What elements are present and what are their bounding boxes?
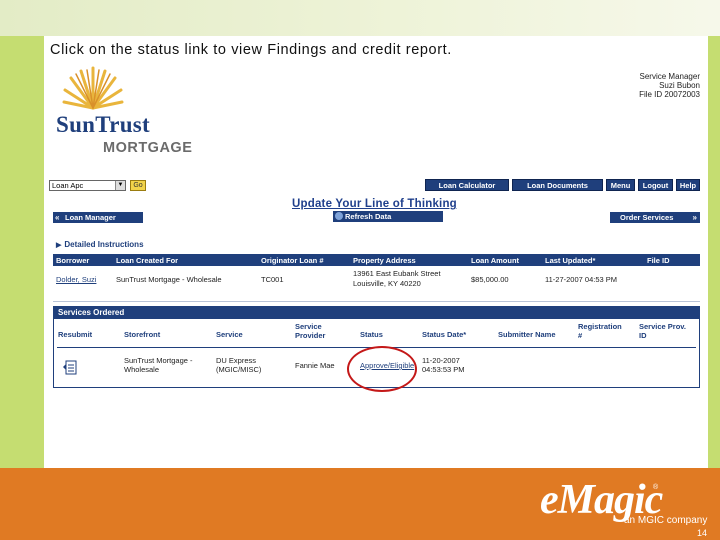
- column-borrower: Borrower: [56, 256, 90, 265]
- column-service-provider-line2: Provider: [295, 331, 326, 340]
- column-loan-created-for: Loan Created For: [116, 256, 179, 265]
- detailed-instructions-link[interactable]: ▶ Detailed Instructions: [56, 240, 144, 249]
- slide-instruction: Click on the status link to view Finding…: [50, 42, 452, 58]
- storefront-line2: Wholesale: [124, 365, 160, 374]
- status-date-line2: 04:53:53 PM: [422, 365, 465, 374]
- service-line2: (MGIC/MISC): [216, 365, 262, 374]
- service-line1: DU Express: [216, 356, 257, 365]
- address-line1: 13961 East Eubank Street: [353, 269, 441, 278]
- refresh-data-label: Refresh Data: [345, 212, 392, 221]
- status-date-line1: 11-20-2007: [422, 356, 460, 365]
- status-highlight-circle: [347, 346, 417, 392]
- last-updated-value: 11-27-2007 04:53 PM: [545, 275, 617, 284]
- trademark-mark: ®: [653, 484, 659, 491]
- left-band: [0, 36, 44, 468]
- menu-button[interactable]: Menu: [606, 179, 635, 191]
- page-number: 14: [697, 528, 708, 538]
- address-line2: Louisville, KY 40220: [353, 279, 421, 288]
- column-registration-line2: #: [578, 331, 583, 340]
- storefront-line1: SunTrust Mortgage -: [124, 356, 193, 365]
- service-manager-user: Suzi Bubon: [659, 81, 700, 90]
- chevron-left-icon: «: [55, 213, 60, 222]
- services-ordered-title: Services Ordered: [54, 307, 699, 319]
- detailed-instructions-label: Detailed Instructions: [64, 240, 144, 249]
- order-services-label: Order Services: [620, 213, 674, 222]
- loan-amount-value: $85,000.00: [471, 275, 509, 284]
- help-button[interactable]: Help: [676, 179, 700, 191]
- column-file-id: File ID: [647, 256, 670, 265]
- column-status-date: Status Date*: [422, 330, 467, 339]
- loan-app-select-value: Loan Apc: [52, 181, 84, 190]
- refresh-icon: [335, 212, 343, 220]
- borrower-link[interactable]: Dolder, Suzi: [56, 275, 96, 284]
- loan-documents-button[interactable]: Loan Documents: [512, 179, 603, 191]
- services-table-header: Resubmit Storefront Service Service Prov…: [54, 319, 699, 347]
- service-manager-file-id: File ID 20072003: [639, 90, 700, 99]
- column-loan-amount: Loan Amount: [471, 256, 520, 265]
- mortgage-logo-text: MORTGAGE: [103, 140, 193, 156]
- column-registration-line1: Registration: [578, 322, 622, 331]
- column-service-prov-id-line2: ID: [639, 331, 647, 340]
- triangle-right-icon: ▶: [56, 242, 62, 249]
- top-band: [0, 0, 720, 36]
- chevron-down-icon[interactable]: ▼: [115, 181, 125, 190]
- loan-app-select[interactable]: Loan Apc ▼: [49, 180, 126, 191]
- loan-table: Borrower Loan Created For Originator Loa…: [53, 254, 700, 302]
- loan-manager-button[interactable]: « Loan Manager: [53, 212, 143, 223]
- loan-table-header: Borrower Loan Created For Originator Loa…: [53, 254, 700, 266]
- chevron-right-icon: »: [692, 213, 697, 222]
- refresh-data-button[interactable]: Refresh Data: [333, 211, 443, 222]
- mgic-tagline: an MGIC company: [624, 515, 708, 526]
- service-manager-label: Service Manager: [639, 72, 700, 81]
- suntrust-sun-icon: [62, 66, 124, 110]
- service-provider-value: Fannie Mae: [295, 361, 335, 370]
- order-services-button[interactable]: Order Services »: [610, 212, 700, 223]
- go-button[interactable]: Go: [130, 180, 146, 191]
- suntrust-logo-text: SunTrust: [56, 112, 151, 137]
- column-status: Status: [360, 330, 383, 339]
- column-property-address: Property Address: [353, 256, 416, 265]
- loan-manager-label: Loan Manager: [65, 213, 116, 222]
- column-last-updated: Last Updated*: [545, 256, 596, 265]
- update-your-line-of-thinking-link[interactable]: Update Your Line of Thinking: [292, 198, 457, 210]
- column-originator-loan: Originator Loan #: [261, 256, 324, 265]
- loan-created-for-value: SunTrust Mortgage - Wholesale: [116, 275, 222, 284]
- column-resubmit: Resubmit: [58, 330, 93, 339]
- service-manager-info: Service Manager Suzi Bubon File ID 20072…: [639, 72, 700, 99]
- originator-loan-value: TC001: [261, 275, 284, 284]
- table-row: Dolder, Suzi SunTrust Mortgage - Wholesa…: [53, 266, 700, 302]
- resubmit-icon[interactable]: [62, 359, 78, 375]
- loan-calculator-button[interactable]: Loan Calculator: [425, 179, 509, 191]
- column-service: Service: [216, 330, 243, 339]
- right-band: [708, 36, 720, 468]
- logout-button[interactable]: Logout: [638, 179, 673, 191]
- column-storefront: Storefront: [124, 330, 161, 339]
- column-submitter-name: Submitter Name: [498, 330, 556, 339]
